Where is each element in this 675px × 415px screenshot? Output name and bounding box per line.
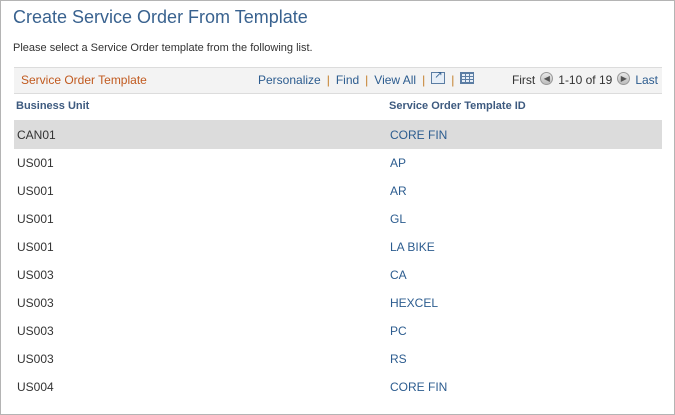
table-row[interactable]: US003 PC <box>14 317 662 345</box>
table-row[interactable]: CAN01 CORE FIN <box>14 121 662 149</box>
business-unit-cell: US003 <box>17 352 54 366</box>
template-id-link[interactable]: CORE FIN <box>390 128 447 142</box>
template-id-link[interactable]: AR <box>390 184 407 198</box>
template-id-link[interactable]: HEXCEL <box>390 296 438 310</box>
business-unit-cell: US003 <box>17 268 54 282</box>
business-unit-cell: US004 <box>17 380 54 394</box>
column-header-template-id[interactable]: Service Order Template ID <box>389 100 526 112</box>
pager-last-link[interactable]: Last <box>635 73 658 87</box>
view-all-link[interactable]: View All <box>374 73 416 87</box>
column-header-business-unit[interactable]: Business Unit <box>16 100 89 112</box>
toolbar-separator: | <box>422 73 426 87</box>
previous-arrow-icon[interactable]: ◀ <box>540 71 554 85</box>
toolbar-separator: | <box>365 73 369 87</box>
personalize-link[interactable]: Personalize <box>258 73 321 87</box>
next-arrow-icon[interactable]: ▶ <box>617 71 631 85</box>
service-order-template-grid: Service Order Template Personalize | Fin… <box>14 67 662 401</box>
business-unit-cell: US001 <box>17 184 54 198</box>
business-unit-cell: US003 <box>17 324 54 338</box>
toolbar-separator: | <box>326 73 330 87</box>
table-row[interactable]: US001 AP <box>14 149 662 177</box>
toolbar-separator: | <box>451 73 455 87</box>
table-row[interactable]: US003 HEXCEL <box>14 289 662 317</box>
page-frame: Create Service Order From Template Pleas… <box>0 0 675 415</box>
template-id-link[interactable]: PC <box>390 324 407 338</box>
business-unit-cell: US003 <box>17 296 54 310</box>
pager-range: 1-10 of 19 <box>558 73 613 87</box>
grid-header: Service Order Template Personalize | Fin… <box>14 67 662 94</box>
table-row[interactable]: US004 CORE FIN <box>14 373 662 401</box>
pager-first: First <box>511 73 536 87</box>
business-unit-cell: US001 <box>17 212 54 226</box>
template-id-link[interactable]: CA <box>390 268 407 282</box>
grid-pager: First ◀ 1-10 of 19 ▶ Last <box>511 71 658 87</box>
table-row[interactable]: US001 AR <box>14 177 662 205</box>
template-id-link[interactable]: CORE FIN <box>390 380 447 394</box>
grid-toolbar: Personalize | Find | View All | | <box>258 70 475 87</box>
grid-download-icon[interactable] <box>460 72 475 84</box>
popout-icon[interactable] <box>431 70 446 84</box>
table-row[interactable]: US001 LA BIKE <box>14 233 662 261</box>
business-unit-cell: US001 <box>17 156 54 170</box>
grid-column-headers: Business Unit Service Order Template ID <box>14 94 662 121</box>
business-unit-cell: US001 <box>17 240 54 254</box>
template-id-link[interactable]: RS <box>390 352 407 366</box>
business-unit-cell: CAN01 <box>17 128 56 142</box>
find-link[interactable]: Find <box>336 73 359 87</box>
grid-rows: CAN01 CORE FIN US001 AP US001 AR US001 G… <box>14 121 662 401</box>
table-row[interactable]: US001 GL <box>14 205 662 233</box>
template-id-link[interactable]: GL <box>390 212 406 226</box>
template-id-link[interactable]: LA BIKE <box>390 240 435 254</box>
table-row[interactable]: US003 CA <box>14 261 662 289</box>
instruction-text: Please select a Service Order template f… <box>13 42 313 54</box>
template-id-link[interactable]: AP <box>390 156 406 170</box>
grid-title: Service Order Template <box>21 73 147 87</box>
table-row[interactable]: US003 RS <box>14 345 662 373</box>
page-title: Create Service Order From Template <box>13 7 308 27</box>
